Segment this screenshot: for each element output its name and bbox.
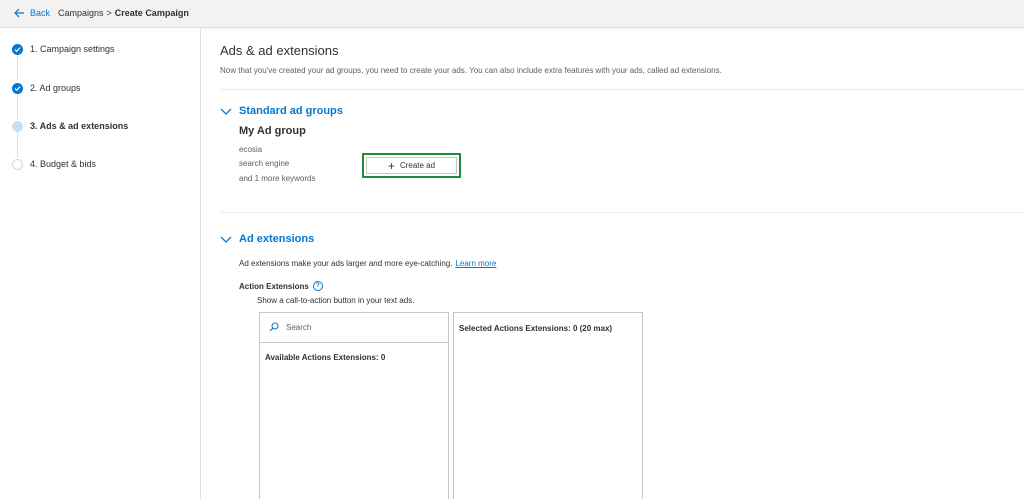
back-label: Back: [30, 8, 51, 18]
checkmark-icon: [12, 82, 23, 94]
action-extensions-title: Action Extensions ?: [239, 281, 323, 291]
step-connector: [17, 131, 18, 157]
available-extensions-count: Available Actions Extensions: 0: [265, 353, 386, 362]
current-step-indicator: [12, 120, 23, 132]
keyword-item: ecosia: [239, 145, 263, 154]
extensions-description: Ad extensions make your ads larger and m…: [239, 259, 496, 268]
info-icon[interactable]: ?: [312, 281, 323, 291]
selected-extensions-count: Selected Actions Extensions: 0 (20 max): [459, 324, 613, 333]
step-budget-bids[interactable]: 4. Budget & bids: [12, 158, 96, 170]
action-extensions-label: Action Extensions: [239, 281, 309, 291]
step-ad-groups[interactable]: 2. Ad groups: [12, 82, 81, 94]
create-ad-label: Create ad: [399, 161, 436, 170]
create-ad-button[interactable]: + Create ad: [362, 153, 461, 178]
breadcrumb-create-campaign: Create Campaign: [114, 8, 189, 18]
ad-extensions-header[interactable]: Ad extensions: [220, 233, 314, 245]
page-title: Ads & ad extensions: [220, 43, 339, 58]
plus-icon: +: [387, 158, 395, 173]
section-title: Ad extensions: [239, 233, 315, 245]
checkmark-icon: [12, 43, 23, 55]
divider: [220, 89, 1024, 90]
arrow-left-icon: [14, 8, 25, 18]
breadcrumb: Campaigns > Create Campaign: [58, 6, 189, 20]
search-icon: [260, 319, 279, 337]
step-label: 3. Ads & ad extensions: [30, 121, 129, 131]
step-connector: [17, 93, 18, 119]
pending-step-indicator: [12, 158, 23, 170]
available-extensions-panel: Available Actions Extensions: 0: [259, 312, 449, 499]
breadcrumb-separator: >: [106, 8, 112, 18]
step-label: 1. Campaign settings: [30, 44, 115, 54]
create-ad-inner: + Create ad: [366, 157, 457, 174]
top-bar: Back Campaigns > Create Campaign: [0, 0, 1024, 28]
step-ads-and-extensions[interactable]: 3. Ads & ad extensions: [12, 120, 128, 132]
selected-extensions-panel: Selected Actions Extensions: 0 (20 max): [453, 312, 643, 499]
ad-group-name: My Ad group: [239, 125, 306, 137]
search-box[interactable]: [260, 313, 448, 343]
keyword-item: and 1 more keywords: [239, 174, 316, 183]
extensions-description-text: Ad extensions make your ads larger and m…: [239, 259, 453, 268]
section-title: Standard ad groups: [239, 105, 343, 117]
standard-ad-groups-header[interactable]: Standard ad groups: [220, 105, 343, 117]
learn-more-link[interactable]: Learn more: [455, 259, 496, 268]
step-campaign-settings[interactable]: 1. Campaign settings: [12, 43, 115, 55]
search-input[interactable]: [286, 323, 436, 332]
main-content: Ads & ad extensions Now that you've crea…: [201, 28, 1024, 499]
wizard-sidebar: 1. Campaign settings 2. Ad groups 3. Ads…: [0, 28, 201, 499]
keyword-item: search engine: [239, 159, 290, 168]
divider: [220, 212, 1024, 213]
step-label: 4. Budget & bids: [30, 159, 97, 169]
back-button[interactable]: Back: [14, 6, 50, 20]
chevron-down-icon: [220, 236, 232, 243]
step-label: 2. Ad groups: [30, 83, 81, 93]
action-extensions-description: Show a call-to-action button in your tex…: [257, 296, 415, 305]
breadcrumb-campaigns[interactable]: Campaigns: [58, 8, 104, 18]
page-description: Now that you've created your ad groups, …: [220, 66, 722, 75]
step-connector: [17, 54, 18, 80]
chevron-down-icon: [220, 108, 232, 115]
